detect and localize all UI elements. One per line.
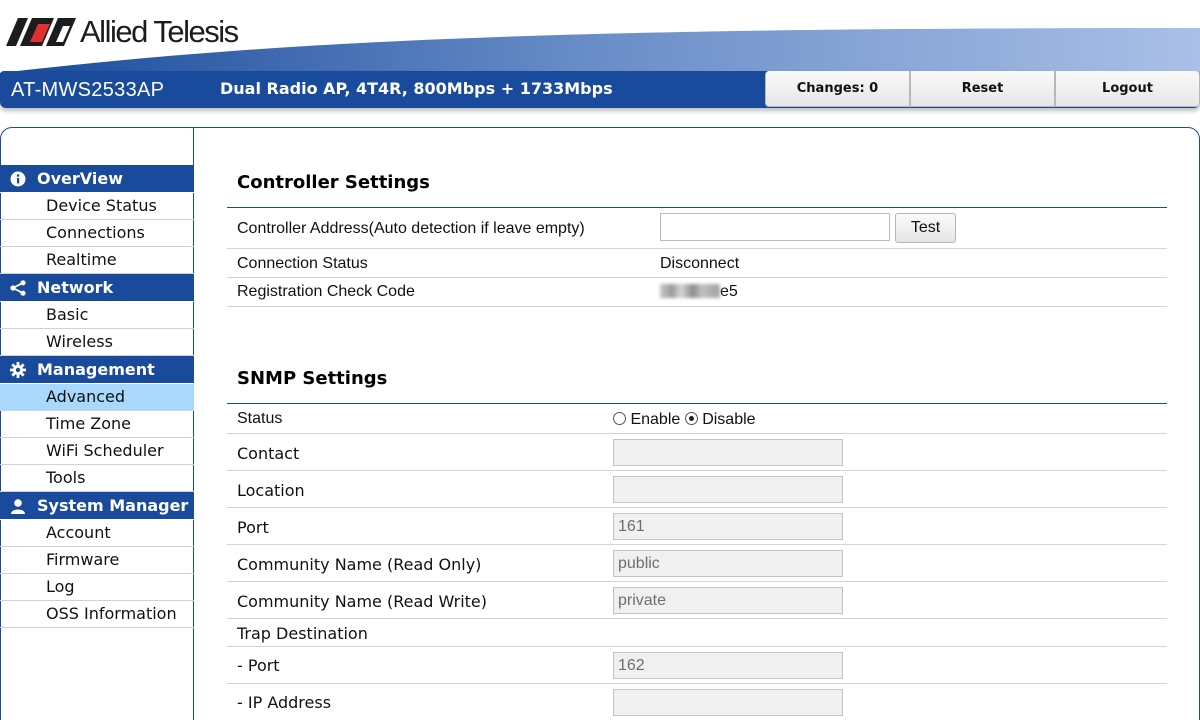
trap-ip-input[interactable]: [613, 689, 843, 716]
gear-icon: [10, 362, 26, 378]
trap-destination-label: Trap Destination: [237, 624, 368, 643]
snmp-status-options: Enable Disable: [613, 411, 756, 429]
nav-group-system-manager[interactable]: System Manager: [0, 492, 194, 520]
nav-group-network[interactable]: Network: [0, 274, 194, 302]
registration-code-label: Registration Check Code: [237, 283, 415, 300]
sidebar-item-wireless[interactable]: Wireless: [0, 329, 194, 356]
enable-label: Enable: [630, 411, 681, 428]
nav-group-label: Network: [37, 278, 114, 297]
community-read-write-label: Community Name (Read Write): [237, 592, 487, 611]
port-row: Port 161: [227, 508, 1167, 545]
nav-group-label: OverView: [37, 169, 123, 188]
community-read-only-row: Community Name (Read Only) public: [227, 545, 1167, 582]
connection-status-value: Disconnect: [660, 255, 740, 272]
trap-ip-label: - IP Address: [237, 693, 332, 712]
sidebar-item-time-zone[interactable]: Time Zone: [0, 411, 194, 438]
registration-code-row: Registration Check Code e5: [227, 278, 1167, 307]
test-button[interactable]: Test: [895, 213, 956, 243]
sidebar-item-tools[interactable]: Tools: [0, 465, 194, 492]
location-label: Location: [237, 481, 305, 500]
sidebar-item-oss-information[interactable]: OSS Information: [0, 601, 194, 628]
share-icon: [10, 280, 26, 296]
controller-address-input[interactable]: [660, 213, 890, 241]
controller-settings-title: Controller Settings: [227, 160, 1167, 208]
user-icon: [11, 499, 25, 514]
enable-radio[interactable]: [613, 412, 626, 425]
info-icon: [10, 171, 26, 187]
registration-code-value: e5: [660, 283, 738, 301]
community-read-only-label: Community Name (Read Only): [237, 555, 482, 574]
nav-group-overview[interactable]: OverView: [0, 165, 194, 193]
logout-button[interactable]: Logout: [1055, 71, 1200, 107]
sidebar-item-realtime[interactable]: Realtime: [0, 247, 194, 274]
disable-radio[interactable]: [684, 412, 698, 425]
sidebar-item-log[interactable]: Log: [0, 574, 194, 601]
reset-button[interactable]: Reset: [910, 71, 1055, 107]
main-content: Controller Settings Controller Address(A…: [227, 160, 1167, 720]
controller-address-label: Controller Address(Auto detection if lea…: [237, 220, 585, 237]
sidebar-item-advanced[interactable]: Advanced: [0, 384, 194, 411]
connection-status-label: Connection Status: [237, 255, 368, 272]
trap-ip-row: - IP Address: [227, 684, 1167, 720]
port-label: Port: [237, 518, 269, 537]
snmp-status-row: Status Enable Disable: [227, 404, 1167, 434]
disable-label: Disable: [702, 411, 756, 428]
sidebar-item-wifi-scheduler[interactable]: WiFi Scheduler: [0, 438, 194, 465]
trap-port-label: - Port: [237, 656, 280, 675]
trap-port-row: - Port 162: [227, 647, 1167, 684]
community-read-only-input[interactable]: public: [613, 550, 843, 577]
model-description: Dual Radio AP, 4T4R, 800Mbps + 1733Mbps: [220, 79, 613, 98]
model-name: AT-MWS2533AP: [11, 79, 165, 101]
contact-row: Contact: [227, 434, 1167, 471]
redacted-code: [660, 284, 720, 298]
location-row: Location: [227, 471, 1167, 508]
snmp-status-label: Status: [237, 410, 283, 427]
sidebar-item-firmware[interactable]: Firmware: [0, 547, 194, 574]
registration-code-suffix: e5: [720, 283, 738, 300]
sidebar-nav: OverView Device Status Connections Realt…: [0, 165, 194, 628]
community-read-write-row: Community Name (Read Write) private: [227, 582, 1167, 619]
nav-group-label: Management: [37, 360, 155, 379]
sidebar-item-account[interactable]: Account: [0, 520, 194, 547]
location-input[interactable]: [613, 476, 843, 503]
nav-group-management[interactable]: Management: [0, 356, 194, 384]
port-input[interactable]: 161: [613, 513, 843, 540]
connection-status-row: Connection Status Disconnect: [227, 249, 1167, 278]
controller-address-row: Controller Address(Auto detection if lea…: [227, 208, 1167, 249]
trap-destination-row: Trap Destination: [227, 619, 1167, 647]
contact-input[interactable]: [613, 439, 843, 466]
header-bar: AT-MWS2533AP Dual Radio AP, 4T4R, 800Mbp…: [0, 71, 1200, 108]
community-read-write-input[interactable]: private: [613, 587, 843, 614]
trap-port-input[interactable]: 162: [613, 652, 843, 679]
contact-label: Contact: [237, 444, 300, 463]
nav-group-label: System Manager: [37, 496, 189, 515]
sidebar-item-connections[interactable]: Connections: [0, 220, 194, 247]
changes-button[interactable]: Changes: 0: [765, 71, 910, 107]
sidebar-item-device-status[interactable]: Device Status: [0, 193, 194, 220]
sidebar-item-basic[interactable]: Basic: [0, 302, 194, 329]
snmp-settings-title: SNMP Settings: [227, 356, 1167, 404]
